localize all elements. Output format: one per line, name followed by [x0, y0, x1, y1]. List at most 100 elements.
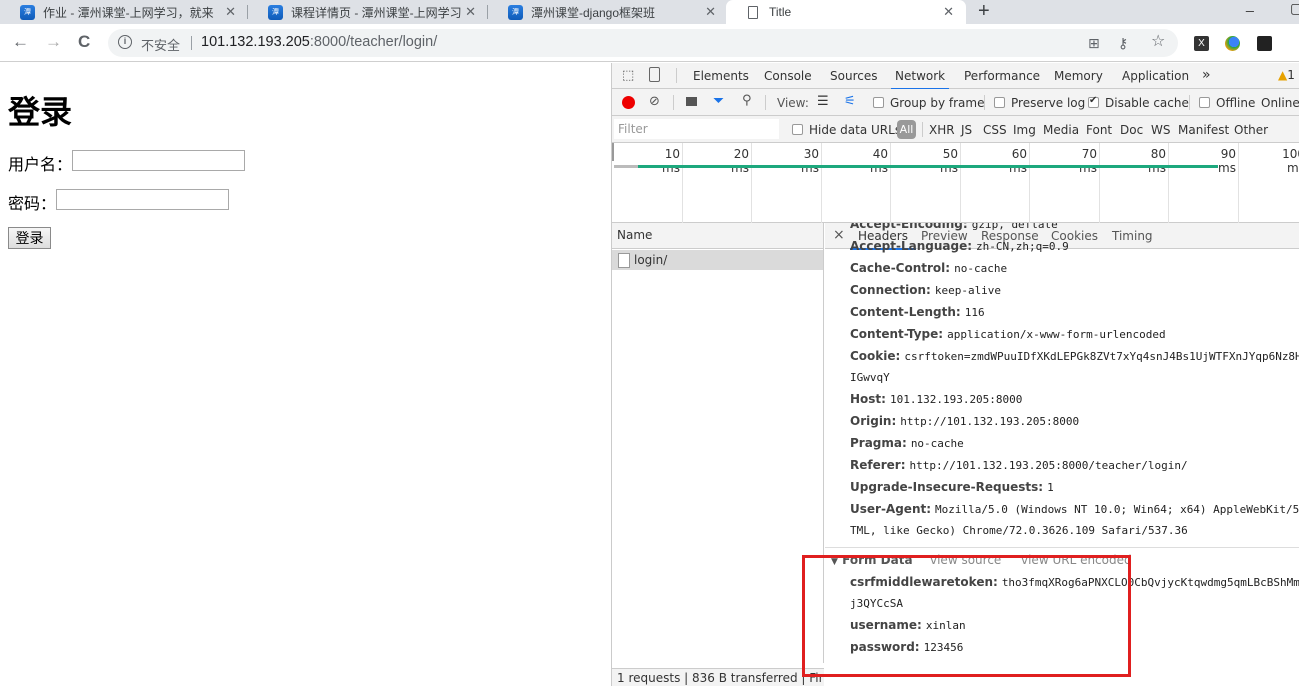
device-toolbar-icon[interactable]	[649, 67, 660, 82]
filter-type-other[interactable]: Other	[1234, 123, 1268, 137]
view-source-link[interactable]: view source	[930, 553, 1001, 567]
throttling-select[interactable]: Online	[1261, 96, 1299, 110]
record-icon[interactable]	[622, 96, 635, 109]
header-row: User-Agent: Mozilla/5.0 (Windows NT 10.0;…	[850, 502, 1299, 516]
header-value-continued: j3QYCcSA	[850, 597, 903, 610]
request-timing-bar	[638, 165, 1218, 168]
header-key: Referer:	[850, 458, 906, 472]
tab-network[interactable]: Network	[890, 69, 950, 90]
header-key: Upgrade-Insecure-Requests:	[850, 480, 1044, 494]
extension-x-icon[interactable]: X	[1194, 36, 1209, 51]
header-row: username: xinlan	[850, 618, 966, 632]
minimize-icon[interactable]: _	[1246, 0, 1254, 12]
filter-type-font[interactable]: Font	[1086, 123, 1112, 137]
bookmark-star-icon[interactable]: ☆	[1151, 34, 1165, 50]
tab-memory[interactable]: Memory	[1054, 69, 1103, 83]
filter-type-all[interactable]: All	[897, 120, 916, 139]
timeline-tick-label: 40 ms	[870, 147, 888, 175]
browser-tab[interactable]: 潭 课程详情页 - 潭州课堂-上网学习 ✕	[248, 0, 488, 24]
forward-button[interactable]: →	[45, 33, 62, 51]
translate-icon[interactable]: ⊞	[1088, 35, 1100, 51]
filter-type-manifest[interactable]: Manifest	[1178, 123, 1229, 137]
devtools-tab-bar: ⬚ Elements Console Sources Network Perfo…	[612, 63, 1299, 90]
browser-tab[interactable]: 潭 作业 - 潭州课堂-上网学习，就来 ✕	[0, 0, 248, 24]
filter-funnel-icon[interactable]: ⏷	[713, 93, 724, 109]
extension-glasses-icon[interactable]	[1257, 36, 1272, 51]
hide-data-urls-checkbox[interactable]	[792, 124, 803, 135]
tab-performance[interactable]: Performance	[964, 69, 1040, 83]
browser-tab[interactable]: 潭 潭州课堂-django框架班 ✕	[488, 0, 728, 24]
reload-button[interactable]: C	[78, 33, 90, 51]
timeline-gridline	[960, 143, 961, 223]
header-key: Connection:	[850, 283, 931, 297]
browser-tab-active[interactable]: Title ✕	[726, 0, 966, 24]
waterfall-view-icon[interactable]: ⚟	[844, 94, 856, 109]
filter-type-doc[interactable]: Doc	[1120, 123, 1143, 137]
tab-sources[interactable]: Sources	[830, 69, 877, 83]
section-divider	[825, 547, 1299, 548]
timeline-tick-label: 60 ms	[1009, 147, 1027, 175]
header-key: Content-Type:	[850, 327, 944, 341]
tab-application[interactable]: Application	[1122, 69, 1189, 83]
document-icon	[748, 5, 758, 19]
screenshot-camera-icon[interactable]	[686, 97, 697, 106]
view-url-encoded-link[interactable]: view URL encoded	[1021, 553, 1132, 567]
tab-title: 作业 - 潭州课堂-上网学习，就来	[43, 5, 214, 20]
close-detail-icon[interactable]: ×	[833, 227, 845, 243]
filter-type-js[interactable]: JS	[961, 123, 972, 137]
group-by-frame-checkbox[interactable]	[873, 97, 884, 108]
filter-type-media[interactable]: Media	[1043, 123, 1079, 137]
tab-console[interactable]: Console	[764, 69, 812, 83]
clear-icon[interactable]: ⊘	[649, 94, 660, 109]
url-host: 101.132.193.205	[201, 34, 310, 50]
address-bar[interactable]: i 不安全 101.132.193.205:8000/teacher/login…	[108, 29, 1178, 57]
request-row[interactable]: login/	[612, 250, 823, 270]
extension-globe-icon[interactable]	[1225, 36, 1240, 51]
timeline-handle[interactable]	[612, 143, 614, 161]
close-icon[interactable]: ✕	[943, 4, 954, 20]
form-data-section-toggle[interactable]: ▼ Form Data	[831, 553, 913, 567]
password-input[interactable]	[56, 189, 229, 210]
key-icon[interactable]: ⚷	[1118, 35, 1128, 51]
close-icon[interactable]: ✕	[225, 4, 236, 20]
header-row: Host: 101.132.193.205:8000	[850, 392, 1022, 406]
security-label[interactable]: 不安全	[141, 35, 180, 54]
inspect-element-icon[interactable]: ⬚	[622, 68, 634, 83]
warning-icon[interactable]: ▲1	[1278, 68, 1295, 82]
login-button[interactable]: 登录	[8, 227, 51, 249]
back-button[interactable]: ←	[12, 33, 29, 51]
filter-input[interactable]: Filter	[614, 119, 779, 139]
maximize-icon[interactable]: ▢	[1290, 0, 1299, 17]
header-value-continued: TML, like Gecko) Chrome/72.0.3626.109 Sa…	[850, 524, 1188, 537]
username-input[interactable]	[72, 150, 245, 171]
timeline-gridline	[682, 143, 683, 223]
name-column-header[interactable]: Name	[612, 223, 823, 249]
filter-type-ws[interactable]: WS	[1151, 123, 1170, 137]
more-tabs-icon[interactable]: »	[1202, 67, 1211, 83]
filter-type-img[interactable]: Img	[1013, 123, 1036, 137]
header-key: Origin:	[850, 414, 897, 428]
new-tab-button[interactable]: +	[978, 0, 990, 22]
network-toolbar: ⊘ ⏷ ⚲ View: ☰ ⚟ Group by frame Preserve …	[612, 89, 1299, 116]
info-icon[interactable]: i	[118, 35, 132, 49]
header-value: http://101.132.193.205:8000/teacher/logi…	[909, 459, 1188, 472]
large-rows-icon[interactable]: ☰	[817, 94, 829, 109]
hide-data-urls-label: Hide data URLs	[809, 123, 902, 137]
timeline-gridline	[1029, 143, 1030, 223]
close-icon[interactable]: ✕	[465, 4, 476, 20]
header-key: csrfmiddlewaretoken:	[850, 575, 998, 589]
preserve-log-checkbox[interactable]	[994, 97, 1005, 108]
disable-cache-checkbox[interactable]	[1088, 95, 1099, 108]
tab-elements[interactable]: Elements	[693, 69, 749, 83]
filter-type-css[interactable]: CSS	[983, 123, 1007, 137]
url-text[interactable]: 101.132.193.205:8000/teacher/login/	[201, 34, 437, 50]
tab-timing[interactable]: Timing	[1112, 229, 1153, 243]
filter-type-xhr[interactable]: XHR	[929, 123, 955, 137]
tab-title: Title	[769, 5, 792, 19]
close-icon[interactable]: ✕	[705, 4, 716, 20]
header-key: Accept-Language:	[850, 239, 973, 253]
search-icon[interactable]: ⚲	[742, 93, 752, 108]
network-overview-timeline[interactable]: 10 ms 20 ms 30 ms 40 ms 50 ms 60 ms 70 ms 80 ms…	[612, 143, 1299, 223]
offline-checkbox[interactable]	[1199, 97, 1210, 108]
browser-toolbar: ← → C i 不安全 101.132.193.205:8000/teacher…	[0, 24, 1299, 62]
